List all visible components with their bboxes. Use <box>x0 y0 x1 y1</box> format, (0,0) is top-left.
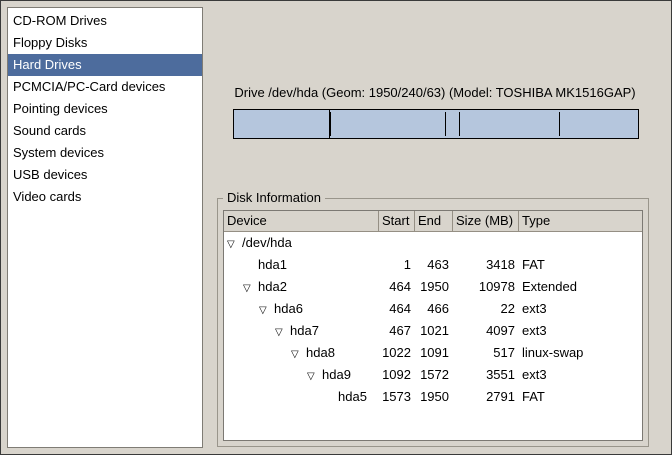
size-cell: 2791 <box>453 386 519 408</box>
device-label: hda7 <box>290 323 319 338</box>
partition-segment-hda8[interactable] <box>446 112 460 136</box>
partition-bar <box>233 109 639 139</box>
table-row[interactable]: hda5 157319502791FAT <box>224 386 642 408</box>
end-cell <box>415 232 453 254</box>
type-cell <box>519 232 642 254</box>
disk-table: DeviceStartEndSize (MB)Type ▽/dev/hdahda… <box>223 210 643 441</box>
device-label: hda2 <box>258 279 287 294</box>
type-cell: linux-swap <box>519 342 642 364</box>
start-cell: 1573 <box>379 386 415 408</box>
partition-segment-hda5[interactable] <box>560 112 638 136</box>
column-header-size-mb[interactable]: Size (MB) <box>453 211 519 232</box>
size-cell <box>453 232 519 254</box>
device-cell: ▽hda6 <box>224 298 379 320</box>
type-cell: FAT <box>519 254 642 276</box>
partition-segment-hda9[interactable] <box>460 112 560 136</box>
device-cell: ▽hda7 <box>224 320 379 342</box>
type-cell: ext3 <box>519 364 642 386</box>
device-cell: hda1 <box>224 254 379 276</box>
expander-open-icon[interactable]: ▽ <box>243 278 258 298</box>
size-cell: 3551 <box>453 364 519 386</box>
size-cell: 22 <box>453 298 519 320</box>
device-cell: ▽hda8 <box>224 342 379 364</box>
device-label: /dev/hda <box>242 235 292 250</box>
device-label: hda5 <box>338 389 367 404</box>
table-row[interactable]: ▽hda810221091517linux-swap <box>224 342 642 364</box>
start-cell: 467 <box>379 320 415 342</box>
expander-open-icon[interactable]: ▽ <box>275 322 290 342</box>
expander-open-icon[interactable]: ▽ <box>227 234 242 254</box>
device-label: hda1 <box>258 257 287 272</box>
size-cell: 3418 <box>453 254 519 276</box>
type-cell: ext3 <box>519 320 642 342</box>
disk-table-header: DeviceStartEndSize (MB)Type <box>224 211 642 232</box>
type-cell: FAT <box>519 386 642 408</box>
sidebar-item-pointing-devices[interactable]: Pointing devices <box>8 98 202 120</box>
table-row[interactable]: hda1 14633418FAT <box>224 254 642 276</box>
end-cell: 1021 <box>415 320 453 342</box>
partition-segment-extended[interactable] <box>330 110 638 138</box>
type-cell: ext3 <box>519 298 642 320</box>
expander-open-icon[interactable]: ▽ <box>259 300 274 320</box>
start-cell: 1022 <box>379 342 415 364</box>
device-label: hda6 <box>274 301 303 316</box>
sidebar-item-floppy-disks[interactable]: Floppy Disks <box>8 32 202 54</box>
device-cell: ▽hda9 <box>224 364 379 386</box>
column-header-device[interactable]: Device <box>224 211 379 232</box>
sidebar-item-pcmcia-pc-card-devices[interactable]: PCMCIA/PC-Card devices <box>8 76 202 98</box>
sidebar-item-usb-devices[interactable]: USB devices <box>8 164 202 186</box>
table-row[interactable]: ▽hda2464195010978Extended <box>224 276 642 298</box>
table-row[interactable]: ▽hda9109215723551ext3 <box>224 364 642 386</box>
table-row[interactable]: ▽/dev/hda <box>224 232 642 254</box>
sidebar-item-cd-rom-drives[interactable]: CD-ROM Drives <box>8 10 202 32</box>
disk-table-body: ▽/dev/hdahda114633418FAT▽hda246419501097… <box>224 232 642 408</box>
end-cell: 1950 <box>415 386 453 408</box>
device-cell: ▽/dev/hda <box>224 232 379 254</box>
drive-label: Drive /dev/hda (Geom: 1950/240/63) (Mode… <box>215 85 655 100</box>
device-cell: hda5 <box>224 386 379 408</box>
size-cell: 10978 <box>453 276 519 298</box>
sidebar-list[interactable]: CD-ROM DrivesFloppy DisksHard DrivesPCMC… <box>7 7 203 448</box>
end-cell: 466 <box>415 298 453 320</box>
device-label: hda9 <box>322 367 351 382</box>
start-cell <box>379 232 415 254</box>
column-header-type[interactable]: Type <box>519 211 642 232</box>
partition-segment-hda7[interactable] <box>331 112 446 136</box>
partition-segment-hda1[interactable] <box>234 110 330 138</box>
sidebar-item-sound-cards[interactable]: Sound cards <box>8 120 202 142</box>
type-cell: Extended <box>519 276 642 298</box>
device-label: hda8 <box>306 345 335 360</box>
end-cell: 463 <box>415 254 453 276</box>
sidebar-item-video-cards[interactable]: Video cards <box>8 186 202 208</box>
end-cell: 1950 <box>415 276 453 298</box>
start-cell: 1092 <box>379 364 415 386</box>
size-cell: 4097 <box>453 320 519 342</box>
hardware-browser-window: CD-ROM DrivesFloppy DisksHard DrivesPCMC… <box>0 0 672 455</box>
size-cell: 517 <box>453 342 519 364</box>
sidebar-item-system-devices[interactable]: System devices <box>8 142 202 164</box>
end-cell: 1091 <box>415 342 453 364</box>
expander-open-icon[interactable]: ▽ <box>291 344 306 364</box>
start-cell: 1 <box>379 254 415 276</box>
column-header-start[interactable]: Start <box>379 211 415 232</box>
expander-open-icon[interactable]: ▽ <box>307 366 322 386</box>
groupbox-title: Disk Information <box>223 190 325 205</box>
device-cell: ▽hda2 <box>224 276 379 298</box>
column-header-end[interactable]: End <box>415 211 453 232</box>
sidebar-item-hard-drives[interactable]: Hard Drives <box>8 54 202 76</box>
table-row[interactable]: ▽hda646446622ext3 <box>224 298 642 320</box>
disk-information-groupbox: Disk Information DeviceStartEndSize (MB)… <box>217 198 649 447</box>
table-row[interactable]: ▽hda746710214097ext3 <box>224 320 642 342</box>
end-cell: 1572 <box>415 364 453 386</box>
start-cell: 464 <box>379 298 415 320</box>
start-cell: 464 <box>379 276 415 298</box>
